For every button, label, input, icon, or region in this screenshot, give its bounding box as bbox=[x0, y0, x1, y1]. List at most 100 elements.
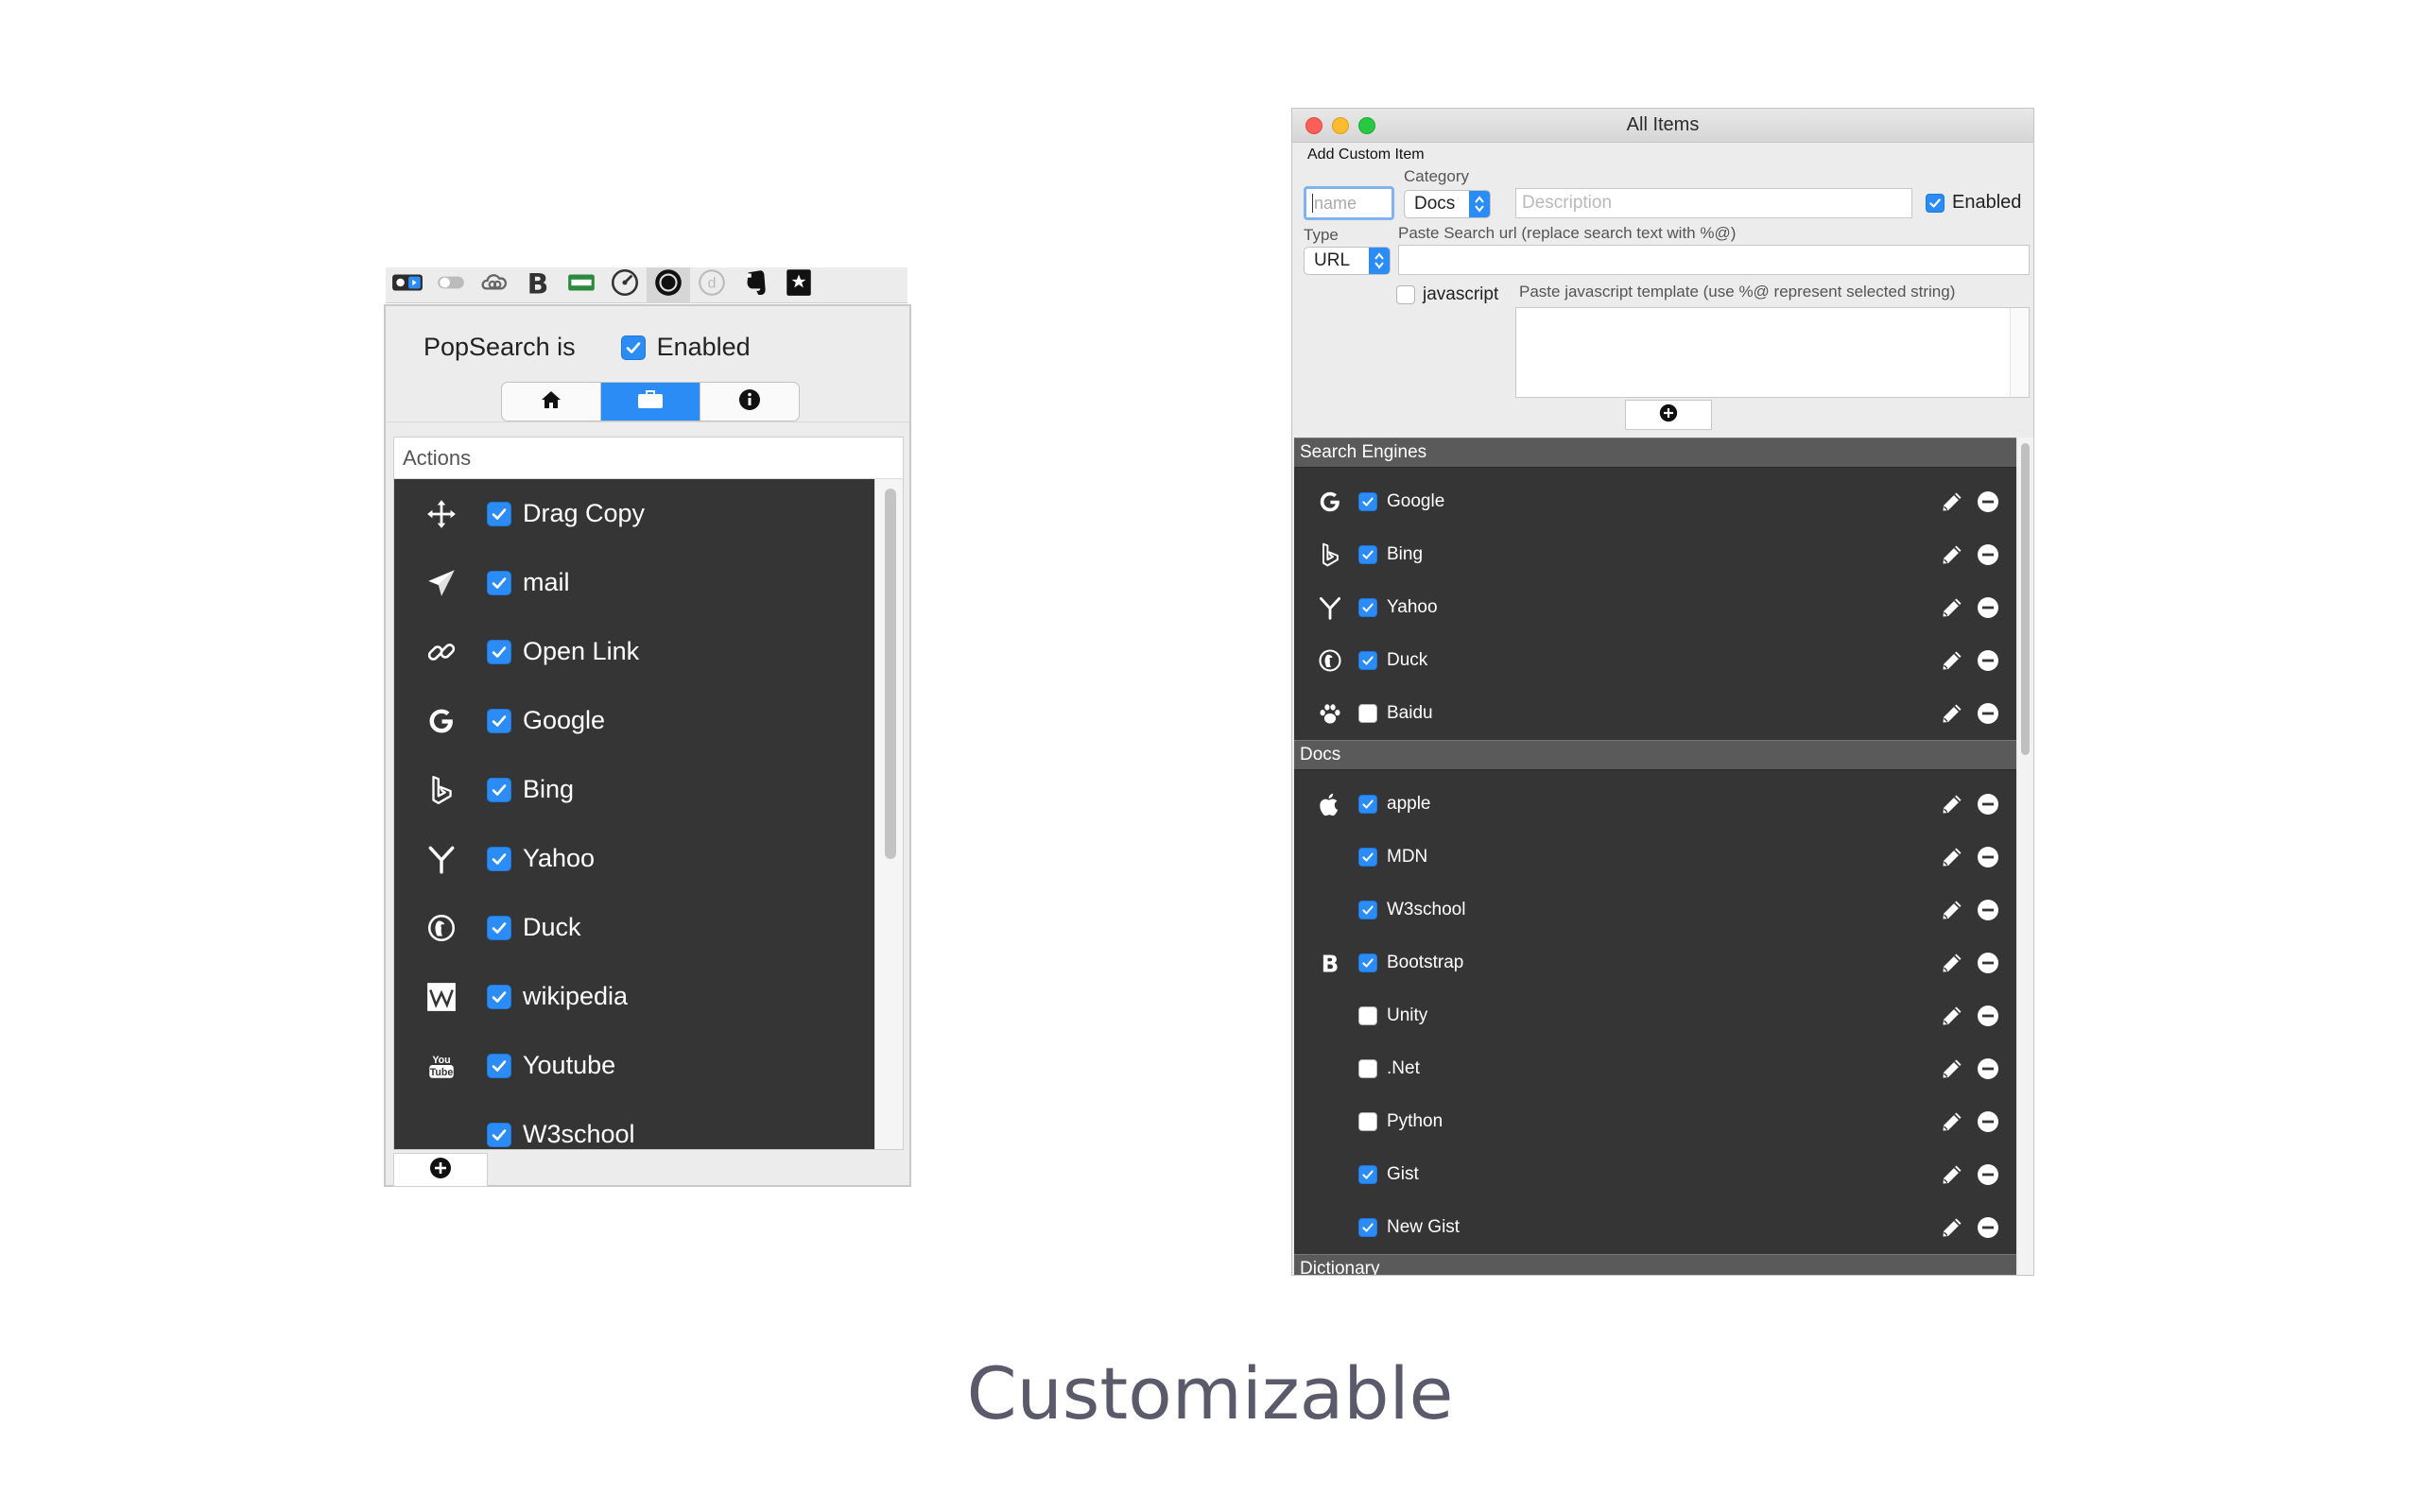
name-field[interactable]: name bbox=[1304, 186, 1394, 220]
menubar-item[interactable] bbox=[734, 267, 777, 303]
item-row[interactable]: New Gist bbox=[1294, 1201, 2016, 1254]
remove-circle-icon[interactable] bbox=[1977, 1057, 1999, 1085]
items-scroll-thumb[interactable] bbox=[2021, 443, 2030, 755]
item-enabled-checkbox[interactable] bbox=[1358, 901, 1377, 919]
items-scrollbar[interactable] bbox=[2018, 438, 2033, 1275]
group-header[interactable]: Docs bbox=[1294, 740, 2016, 770]
action-checkbox[interactable] bbox=[487, 915, 511, 940]
javascript-toggle[interactable]: javascript bbox=[1396, 284, 1498, 305]
item-enabled-checkbox[interactable] bbox=[1358, 492, 1377, 511]
action-checkbox[interactable] bbox=[487, 501, 511, 526]
pencil-icon[interactable] bbox=[1941, 490, 1963, 518]
tab-home[interactable] bbox=[502, 383, 601, 421]
pencil-icon[interactable] bbox=[1941, 596, 1963, 624]
item-enabled-checkbox[interactable] bbox=[1358, 954, 1377, 972]
search-url-field[interactable] bbox=[1398, 245, 2030, 275]
action-row[interactable]: mail bbox=[394, 548, 876, 617]
remove-circle-icon[interactable] bbox=[1977, 490, 1999, 518]
action-row[interactable]: Open Link bbox=[394, 617, 876, 686]
tab-actions[interactable] bbox=[601, 383, 700, 421]
action-row[interactable]: Duck bbox=[394, 893, 876, 962]
item-enabled-checkbox[interactable] bbox=[1358, 545, 1377, 564]
javascript-template-textarea[interactable] bbox=[1515, 307, 2030, 398]
tab-info[interactable] bbox=[700, 383, 799, 421]
remove-circle-icon[interactable] bbox=[1977, 543, 1999, 571]
pencil-icon[interactable] bbox=[1941, 952, 1963, 979]
item-enabled-checkbox[interactable] bbox=[1358, 795, 1377, 814]
item-enabled-checkbox[interactable] bbox=[1358, 651, 1377, 670]
textarea-scrollbar[interactable] bbox=[2010, 308, 2029, 397]
action-row[interactable]: You Tube Youtube bbox=[394, 1031, 876, 1100]
item-enabled-checkbox[interactable] bbox=[1358, 598, 1377, 617]
pencil-icon[interactable] bbox=[1941, 899, 1963, 926]
action-row[interactable]: Bing bbox=[394, 755, 876, 824]
enabled-toggle[interactable]: Enabled bbox=[1926, 192, 2021, 214]
item-row[interactable]: Baidu bbox=[1294, 687, 2016, 740]
add-item-button[interactable] bbox=[1625, 400, 1712, 430]
item-enabled-checkbox[interactable] bbox=[1358, 704, 1377, 723]
menubar-item[interactable]: B bbox=[516, 267, 560, 303]
pencil-icon[interactable] bbox=[1941, 702, 1963, 730]
action-row[interactable]: W3school bbox=[394, 1100, 876, 1149]
pencil-icon[interactable] bbox=[1941, 1005, 1963, 1032]
menubar-item[interactable] bbox=[473, 267, 516, 303]
enabled-item-checkbox[interactable] bbox=[1926, 193, 1945, 213]
item-row[interactable]: .Net bbox=[1294, 1042, 2016, 1095]
menubar-item[interactable] bbox=[386, 267, 429, 303]
pencil-icon[interactable] bbox=[1941, 649, 1963, 677]
close-window-button[interactable] bbox=[1305, 117, 1322, 134]
pencil-icon[interactable] bbox=[1941, 1163, 1963, 1191]
category-select[interactable]: Docs bbox=[1404, 190, 1491, 218]
pencil-icon[interactable] bbox=[1941, 543, 1963, 571]
remove-circle-icon[interactable] bbox=[1977, 1216, 1999, 1244]
remove-circle-icon[interactable] bbox=[1977, 846, 1999, 873]
item-row[interactable]: Yahoo bbox=[1294, 581, 2016, 634]
action-row[interactable]: Google bbox=[394, 686, 876, 755]
remove-circle-icon[interactable] bbox=[1977, 1163, 1999, 1191]
item-enabled-checkbox[interactable] bbox=[1358, 1059, 1377, 1078]
type-select[interactable]: URL bbox=[1304, 247, 1391, 275]
menubar-item[interactable]: d bbox=[690, 267, 734, 303]
remove-circle-icon[interactable] bbox=[1977, 1005, 1999, 1032]
item-row[interactable]: Google bbox=[1294, 475, 2016, 528]
item-row[interactable]: W3school bbox=[1294, 884, 2016, 936]
menubar-item[interactable] bbox=[603, 267, 647, 303]
javascript-checkbox[interactable] bbox=[1396, 285, 1415, 304]
item-enabled-checkbox[interactable] bbox=[1358, 848, 1377, 867]
minimize-window-button[interactable] bbox=[1332, 117, 1349, 134]
item-row[interactable]: Duck bbox=[1294, 634, 2016, 687]
pencil-icon[interactable] bbox=[1941, 1110, 1963, 1138]
pencil-icon[interactable] bbox=[1941, 793, 1963, 820]
remove-circle-icon[interactable] bbox=[1977, 952, 1999, 979]
pencil-icon[interactable] bbox=[1941, 1057, 1963, 1085]
description-field[interactable]: Description bbox=[1515, 188, 1912, 218]
remove-circle-icon[interactable] bbox=[1977, 649, 1999, 677]
remove-circle-icon[interactable] bbox=[1977, 702, 1999, 730]
zoom-window-button[interactable] bbox=[1358, 117, 1375, 134]
group-header[interactable]: Search Engines bbox=[1294, 438, 2016, 468]
remove-circle-icon[interactable] bbox=[1977, 899, 1999, 926]
item-enabled-checkbox[interactable] bbox=[1358, 1218, 1377, 1237]
item-row[interactable]: apple bbox=[1294, 778, 2016, 831]
item-row[interactable]: Unity bbox=[1294, 989, 2016, 1042]
action-checkbox[interactable] bbox=[487, 1122, 511, 1147]
actions-scrollbar[interactable] bbox=[874, 479, 903, 1149]
item-enabled-checkbox[interactable] bbox=[1358, 1112, 1377, 1131]
item-row[interactable]: Bing bbox=[1294, 528, 2016, 581]
group-header[interactable]: Dictionary bbox=[1294, 1254, 2016, 1275]
remove-circle-icon[interactable] bbox=[1977, 596, 1999, 624]
item-row[interactable]: MDN bbox=[1294, 831, 2016, 884]
action-row[interactable]: Yahoo bbox=[394, 824, 876, 893]
item-enabled-checkbox[interactable] bbox=[1358, 1165, 1377, 1184]
action-checkbox[interactable] bbox=[487, 984, 511, 1009]
menubar-item[interactable] bbox=[647, 266, 690, 303]
remove-circle-icon[interactable] bbox=[1977, 1110, 1999, 1138]
item-enabled-checkbox[interactable] bbox=[1358, 1006, 1377, 1025]
add-action-button[interactable] bbox=[393, 1153, 488, 1187]
item-row[interactable]: B Bootstrap bbox=[1294, 936, 2016, 989]
remove-circle-icon[interactable] bbox=[1977, 793, 1999, 820]
action-checkbox[interactable] bbox=[487, 846, 511, 871]
action-checkbox[interactable] bbox=[487, 708, 511, 733]
actions-scroll-thumb[interactable] bbox=[885, 489, 896, 859]
enabled-checkbox[interactable] bbox=[620, 335, 646, 360]
